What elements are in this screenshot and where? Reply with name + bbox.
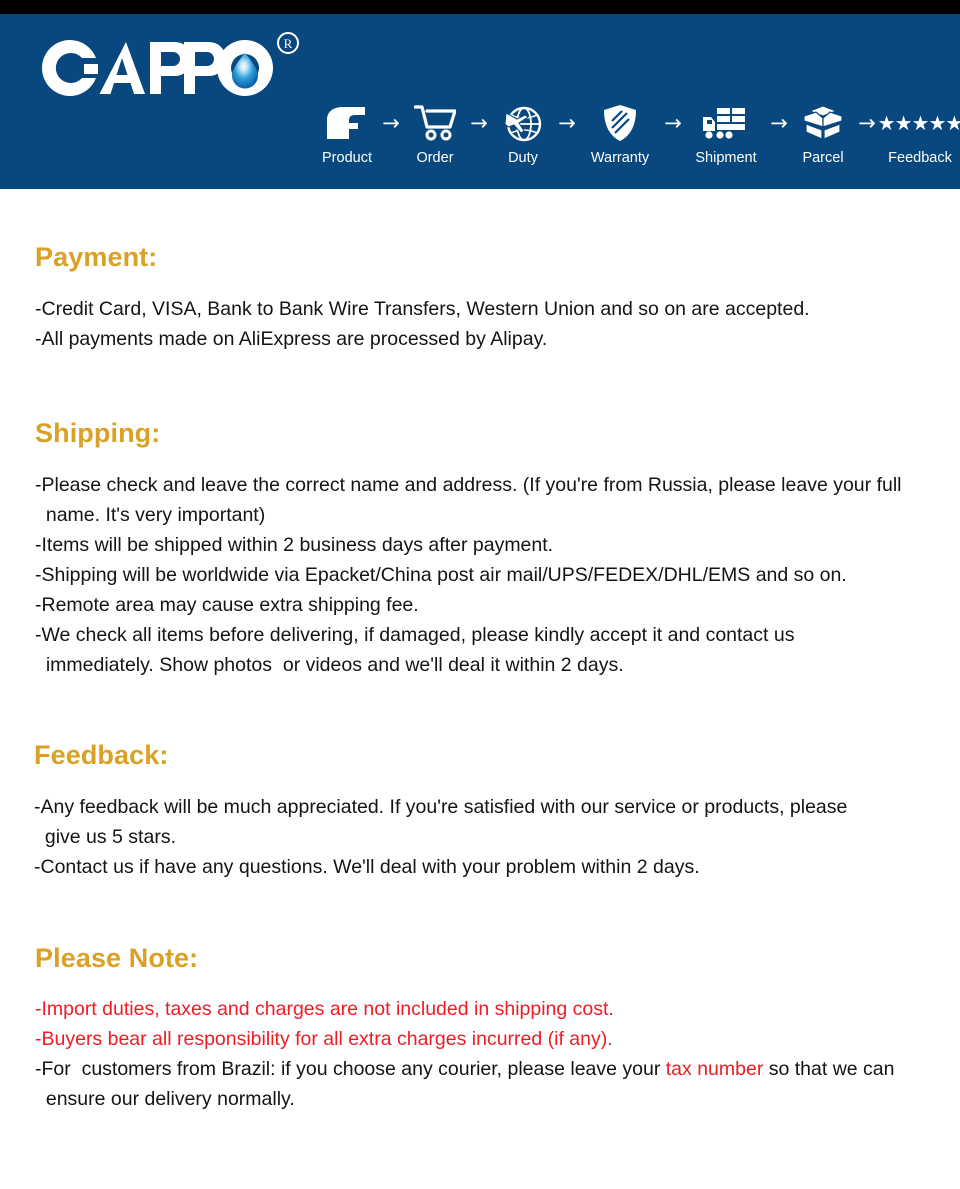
section-feedback: Feedback: -Any feedback will be much app… xyxy=(34,739,934,882)
process-step-feedback: ★★★★★ Feedback xyxy=(874,100,960,166)
process-step-label: Feedback xyxy=(888,150,952,166)
payment-bullets: -Credit Card, VISA, Bank to Bank Wire Tr… xyxy=(35,294,935,354)
shipping-heading: Shipping: xyxy=(35,418,161,448)
order-process-bar: Product → Order → Duty → Warranty → Ship… xyxy=(310,100,960,186)
bullet: -Please check and leave the correct name… xyxy=(35,474,902,526)
process-step-label: Product xyxy=(322,150,372,166)
please-note-bullets: -Import duties, taxes and charges are no… xyxy=(35,994,935,1114)
process-step-order: Order xyxy=(398,100,472,166)
process-step-label: Parcel xyxy=(802,150,844,166)
bullet-alert: -Buyers bear all responsibility for all … xyxy=(35,1028,613,1050)
shipping-bullets: -Please check and leave the correct name… xyxy=(35,470,935,680)
section-please-note: Please Note: -Import duties, taxes and c… xyxy=(35,942,935,1114)
top-black-strip xyxy=(0,0,960,14)
please-note-heading: Please Note: xyxy=(35,943,199,973)
feedback-heading: Feedback: xyxy=(34,740,169,770)
tax-number-highlight: tax number xyxy=(665,1058,764,1080)
process-step-label: Order xyxy=(416,150,454,166)
shield-icon xyxy=(603,100,637,146)
process-step-product: Product xyxy=(310,100,384,166)
brand-banner: R Product → Order → Duty → Warranty → Sh… xyxy=(0,14,960,189)
process-step-label: Shipment xyxy=(695,150,757,166)
svg-text:R: R xyxy=(284,36,293,51)
feedback-bullets: -Any feedback will be much appreciated. … xyxy=(34,792,934,882)
bullet: -Remote area may cause extra shipping fe… xyxy=(35,594,419,616)
section-payment: Payment: -Credit Card, VISA, Bank to Ban… xyxy=(35,241,935,354)
five-stars-icon: ★★★★★ xyxy=(878,100,960,146)
open-box-icon xyxy=(802,100,844,146)
process-step-label: Duty xyxy=(508,150,538,166)
process-step-parcel: Parcel xyxy=(786,100,860,166)
gappo-logo: R xyxy=(26,30,306,106)
delivery-truck-icon xyxy=(702,100,750,146)
bullet: -Contact us if have any questions. We'll… xyxy=(34,856,700,878)
process-step-warranty: Warranty xyxy=(574,100,666,166)
globe-airplane-icon xyxy=(504,100,542,146)
product-policy-page: R Product → Order → Duty → Warranty → Sh… xyxy=(0,0,960,1189)
bullet: -Any feedback will be much appreciated. … xyxy=(34,796,848,848)
bullet: -We check all items before delivering, i… xyxy=(35,624,795,676)
faucet-icon xyxy=(325,100,369,146)
bullet: -Shipping will be worldwide via Epacket/… xyxy=(35,564,847,586)
section-shipping: Shipping: -Please check and leave the co… xyxy=(35,417,935,680)
bullet: -Credit Card, VISA, Bank to Bank Wire Tr… xyxy=(35,298,810,320)
shopping-cart-icon xyxy=(414,100,456,146)
bullet-alert: -Import duties, taxes and charges are no… xyxy=(35,998,614,1020)
bullet: -All payments made on AliExpress are pro… xyxy=(35,328,548,350)
process-step-shipment: Shipment xyxy=(680,100,772,166)
process-step-label: Warranty xyxy=(590,150,650,166)
process-step-duty: Duty xyxy=(486,100,560,166)
bullet: -Items will be shipped within 2 business… xyxy=(35,534,554,556)
stars-glyph: ★★★★★ xyxy=(877,111,960,135)
payment-heading: Payment: xyxy=(35,242,158,272)
brazil-note-part1: -For customers from Brazil: if you choos… xyxy=(35,1058,666,1080)
bullet-brazil-note: -For customers from Brazil: if you choos… xyxy=(35,1054,935,1114)
